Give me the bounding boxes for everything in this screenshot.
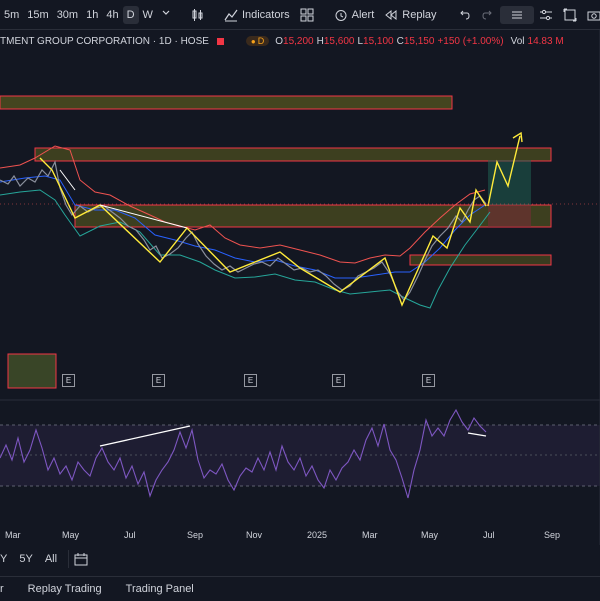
- x-axis-label: Mar: [5, 530, 21, 540]
- x-axis-label: 2025: [307, 530, 328, 540]
- fullscreen-button[interactable]: [558, 8, 582, 22]
- x-axis-label: Mar: [362, 530, 378, 540]
- earnings-marker[interactable]: E: [244, 374, 257, 387]
- earnings-marker[interactable]: E: [62, 374, 75, 387]
- chart-type-button[interactable]: [185, 8, 209, 22]
- change-value: +150 (+1.00%): [437, 35, 504, 47]
- tab-replay-trading[interactable]: Replay Trading: [28, 583, 102, 595]
- range-1y[interactable]: Y: [0, 553, 7, 565]
- sliders-icon: [539, 9, 552, 20]
- position-loss-box: [488, 205, 531, 227]
- range-all[interactable]: All: [45, 553, 57, 565]
- data-badge-label: D: [257, 36, 265, 46]
- tab-screener[interactable]: r: [0, 583, 4, 595]
- volume-value: 14.83 M: [527, 35, 564, 47]
- date-range-bar: Y 5Y All: [0, 548, 600, 570]
- goto-date-button[interactable]: [74, 552, 88, 566]
- open-label: O: [275, 35, 284, 47]
- settings-button[interactable]: [534, 8, 558, 22]
- x-axis[interactable]: Mar May Jul Sep Nov 2025 Mar May Jul Sep: [0, 530, 600, 544]
- undo-button[interactable]: [452, 8, 476, 22]
- alert-label: Alert: [351, 8, 375, 21]
- toolbar-divider: [68, 550, 70, 568]
- market-status-dot: [216, 37, 224, 45]
- fullscreen-icon: [563, 8, 577, 21]
- timeframe-4h[interactable]: 4h: [102, 6, 122, 24]
- projection-arrow-icon: [512, 131, 523, 143]
- undo-icon: [459, 10, 470, 19]
- close-value: 15,150: [403, 35, 435, 47]
- zigzag-line: [39, 157, 487, 307]
- calendar-icon: [74, 553, 88, 566]
- indicators-button[interactable]: Indicators: [219, 8, 295, 22]
- range-5y[interactable]: 5Y: [19, 553, 32, 565]
- high-value: 15,600: [323, 35, 355, 47]
- alarm-clock-icon: [335, 9, 347, 21]
- earnings-marker[interactable]: E: [332, 374, 345, 387]
- timeframe-1h[interactable]: 1h: [82, 6, 102, 24]
- x-axis-label: Jul: [124, 530, 136, 540]
- alert-button[interactable]: Alert: [329, 8, 380, 22]
- open-value: 15,200: [283, 35, 314, 47]
- x-axis-label: May: [62, 530, 80, 540]
- x-axis-label: Sep: [544, 530, 561, 540]
- zone-upper: [34, 147, 552, 162]
- redo-icon: [482, 10, 492, 19]
- candles-icon: [192, 8, 203, 21]
- zone-volume-box: [7, 353, 57, 389]
- zone-top-left: [0, 95, 453, 110]
- x-axis-label: May: [421, 530, 439, 540]
- volume-label: Vol: [510, 35, 525, 47]
- timeframe-15m[interactable]: 15m: [23, 6, 52, 24]
- grid-icon: [300, 8, 314, 21]
- timeframe-d[interactable]: D: [122, 5, 139, 24]
- camera-icon: [587, 11, 600, 20]
- earnings-marker[interactable]: E: [152, 374, 165, 387]
- indicators-label: Indicators: [241, 8, 290, 21]
- x-axis-label: Nov: [246, 530, 263, 540]
- object-tree-button[interactable]: [499, 5, 534, 24]
- timeframe-5m[interactable]: 5m: [0, 6, 23, 24]
- replay-button[interactable]: Replay: [379, 8, 441, 22]
- symbol-title[interactable]: TMENT GROUP CORPORATION · 1D · HOSE: [0, 36, 209, 47]
- close-label: C: [396, 35, 404, 47]
- timeframe-dropdown-icon[interactable]: [157, 6, 175, 24]
- rewind-icon: [385, 9, 397, 20]
- symbol-legend: TMENT GROUP CORPORATION · 1D · HOSE ● D O…: [0, 33, 600, 49]
- replay-label: Replay: [402, 8, 437, 21]
- top-toolbar: 5m 15m 30m 1h 4h D W Indicators Alert Re…: [0, 0, 600, 30]
- low-value: 15,100: [363, 35, 394, 47]
- tab-trading-panel[interactable]: Trading Panel: [126, 583, 194, 595]
- layers-icon: [511, 11, 522, 18]
- high-label: H: [316, 35, 324, 47]
- snapshot-button[interactable]: [582, 8, 600, 22]
- layouts-button[interactable]: [295, 8, 319, 22]
- chart-area[interactable]: [0, 0, 600, 600]
- timeframe-w[interactable]: W: [139, 6, 157, 24]
- indicators-icon: [224, 9, 238, 21]
- earnings-marker[interactable]: E: [422, 374, 435, 387]
- x-axis-label: Jul: [483, 530, 495, 540]
- bottom-panel-tabs: r Replay Trading Trading Panel: [0, 576, 600, 601]
- redo-button[interactable]: [476, 8, 500, 22]
- data-badge[interactable]: ● D: [245, 36, 270, 46]
- timeframe-30m[interactable]: 30m: [53, 6, 82, 24]
- x-axis-label: Sep: [187, 530, 204, 540]
